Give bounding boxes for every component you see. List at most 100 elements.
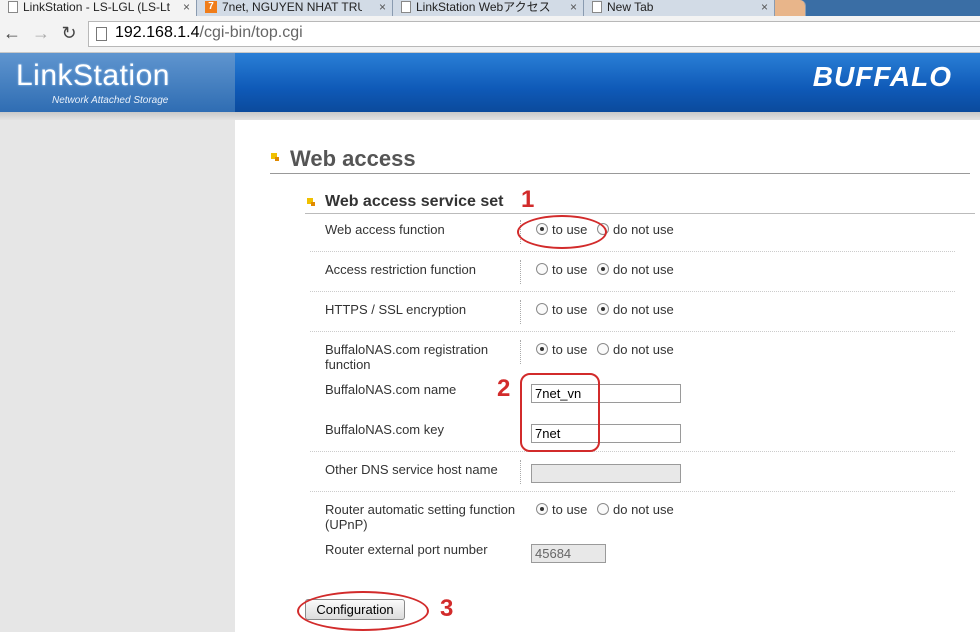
- url-path: /cgi-bin/top.cgi: [199, 24, 303, 41]
- radio-selected-icon[interactable]: [597, 263, 609, 275]
- back-arrow-icon[interactable]: ←: [1, 21, 23, 45]
- close-icon[interactable]: ×: [183, 0, 190, 14]
- registration-to-use-radio[interactable]: to use: [536, 342, 587, 357]
- option-label: to use: [552, 262, 588, 277]
- option-label: to use: [552, 342, 588, 357]
- close-icon[interactable]: ×: [761, 0, 768, 14]
- row-label: Web access function: [325, 222, 445, 237]
- radio-icon[interactable]: [536, 303, 548, 315]
- radio-selected-icon[interactable]: [536, 503, 548, 515]
- page-icon: [401, 1, 411, 13]
- tab-new-tab[interactable]: New Tab ×: [584, 0, 775, 16]
- left-sidebar: [0, 120, 235, 632]
- tab-title: New Tab: [607, 0, 654, 14]
- radio-icon[interactable]: [597, 223, 609, 235]
- registration-do-not-use-radio[interactable]: do not use: [597, 342, 674, 357]
- tab-linkstation[interactable]: LinkStation - LS-LGL (LS-Lt ×: [0, 0, 197, 16]
- radio-selected-icon[interactable]: [536, 343, 548, 355]
- radio-icon[interactable]: [536, 263, 548, 275]
- option-label: do not use: [613, 222, 674, 237]
- tab-title: LinkStation Webアクセス: [416, 0, 551, 14]
- row-nas-name: BuffaloNAS.com name: [310, 372, 955, 412]
- forward-arrow-icon[interactable]: →: [30, 21, 52, 45]
- url-text: 192.168.1.4/cgi-bin/top.cgi: [115, 24, 303, 42]
- page-title: Web access: [290, 146, 416, 171]
- upnp-to-use-radio[interactable]: to use: [536, 502, 587, 517]
- page-icon: [8, 1, 18, 13]
- tab-linkstation-web[interactable]: LinkStation Webアクセス ×: [393, 0, 584, 16]
- row-label: Router external port number: [325, 542, 488, 557]
- browser-toolbar: ← → ↻ 192.168.1.4/cgi-bin/top.cgi: [0, 16, 980, 53]
- option-label: do not use: [613, 302, 674, 317]
- option-label: to use: [552, 222, 588, 237]
- row-separator: [520, 220, 521, 244]
- nas-name-input[interactable]: [531, 384, 681, 403]
- page-icon: [96, 27, 107, 41]
- row-nas-key: BuffaloNAS.com key: [310, 412, 955, 452]
- access-restriction-do-not-use-radio[interactable]: do not use: [597, 262, 674, 277]
- new-tab-button[interactable]: [775, 0, 806, 16]
- close-icon[interactable]: ×: [379, 0, 386, 14]
- access-restriction-to-use-radio[interactable]: to use: [536, 262, 587, 277]
- reload-icon[interactable]: ↻: [58, 21, 80, 45]
- row-upnp: Router automatic setting function (UPnP)…: [310, 492, 955, 532]
- close-icon[interactable]: ×: [570, 0, 577, 14]
- row-separator: [520, 260, 521, 284]
- https-do-not-use-radio[interactable]: do not use: [597, 302, 674, 317]
- row-label: Router automatic setting function (UPnP): [325, 502, 516, 532]
- option-label: do not use: [613, 342, 674, 357]
- annotation-step-3: 3: [440, 595, 454, 622]
- radio-icon[interactable]: [597, 343, 609, 355]
- row-label: BuffaloNAS.com registration function: [325, 342, 489, 372]
- annotation-step-1: 1: [521, 186, 535, 213]
- row-label: BuffaloNAS.com key: [325, 422, 444, 437]
- https-to-use-radio[interactable]: to use: [536, 302, 587, 317]
- title-divider: [270, 173, 970, 174]
- configuration-button[interactable]: Configuration: [305, 599, 405, 620]
- url-host: 192.168.1.4: [115, 24, 200, 41]
- row-registration: BuffaloNAS.com registration function to …: [310, 332, 955, 372]
- dns-host-input[interactable]: [531, 464, 681, 483]
- row-https-ssl: HTTPS / SSL encryption to use do not use: [310, 292, 955, 332]
- linkstation-logo: LinkStation: [16, 59, 170, 92]
- radio-selected-icon[interactable]: [536, 223, 548, 235]
- option-label: to use: [552, 502, 588, 517]
- tab-title: 7net, NGUYEN NHAT TRU: [222, 0, 362, 14]
- row-dns-host: Other DNS service host name: [310, 452, 955, 492]
- row-separator: [520, 300, 521, 324]
- browser-tab-strip: LinkStation - LS-LGL (LS-Lt × 7 7net, NGU…: [0, 0, 980, 16]
- option-label: do not use: [613, 502, 674, 517]
- logo-panel: LinkStation Network Attached Storage: [0, 53, 235, 112]
- tab-title: LinkStation - LS-LGL (LS-Lt: [23, 0, 170, 14]
- web-access-to-use-radio[interactable]: to use: [536, 222, 587, 237]
- header-divider: [0, 112, 980, 120]
- option-label: to use: [552, 302, 588, 317]
- upnp-do-not-use-radio[interactable]: do not use: [597, 502, 674, 517]
- row-separator: [520, 460, 521, 484]
- row-label: BuffaloNAS.com name: [325, 382, 457, 397]
- section-bullet-icon: [307, 198, 315, 206]
- address-bar[interactable]: 192.168.1.4/cgi-bin/top.cgi: [88, 21, 980, 47]
- radio-icon[interactable]: [597, 503, 609, 515]
- row-access-restriction: Access restriction function to use do no…: [310, 252, 955, 292]
- section-title: Web access service set: [325, 193, 504, 210]
- app-header: LinkStation Network Attached Storage BUF…: [0, 53, 980, 112]
- page-icon: [592, 1, 602, 13]
- radio-selected-icon[interactable]: [597, 303, 609, 315]
- logo-subtitle: Network Attached Storage: [52, 95, 169, 106]
- buffalo-logo: BUFFALO: [812, 61, 952, 92]
- ext-port-input[interactable]: [531, 544, 606, 563]
- web-access-do-not-use-radio[interactable]: do not use: [597, 222, 674, 237]
- row-web-access: Web access function to use do not use: [310, 212, 955, 252]
- option-label: do not use: [613, 262, 674, 277]
- title-bullet-icon: [271, 153, 279, 161]
- nas-key-input[interactable]: [531, 424, 681, 443]
- row-separator: [520, 340, 521, 364]
- row-label: Access restriction function: [325, 262, 477, 277]
- row-ext-port: Router external port number: [310, 532, 955, 572]
- 7net-favicon-icon: 7: [205, 1, 217, 13]
- row-label: HTTPS / SSL encryption: [325, 302, 467, 317]
- tab-7net[interactable]: 7 7net, NGUYEN NHAT TRU ×: [197, 0, 393, 16]
- row-label: Other DNS service host name: [325, 462, 498, 477]
- annotation-step-2: 2: [497, 375, 511, 402]
